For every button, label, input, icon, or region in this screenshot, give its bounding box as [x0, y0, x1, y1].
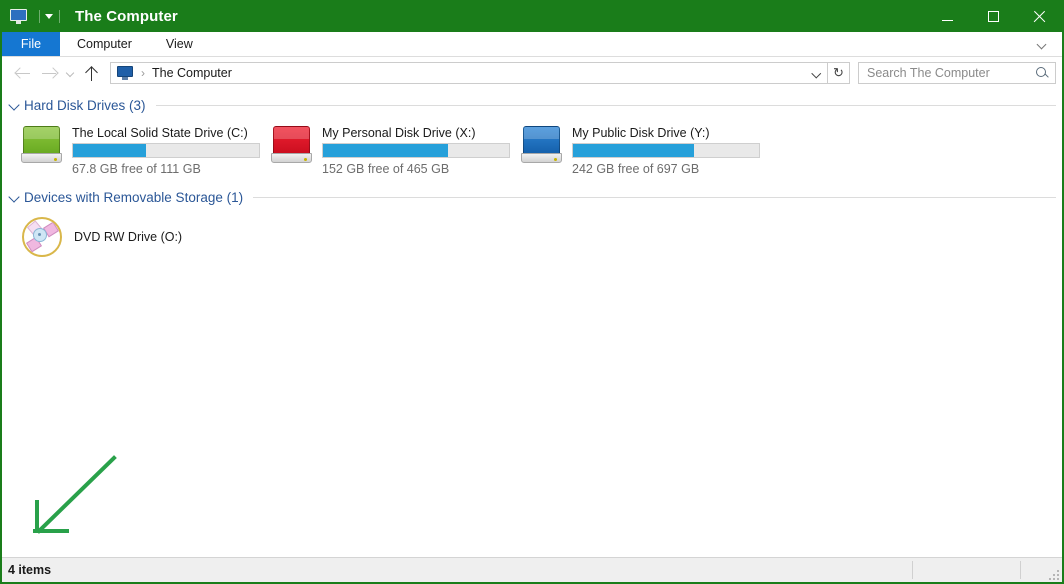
back-button[interactable]	[10, 60, 36, 86]
file-explorer-window: The Computer File Computer View	[0, 0, 1064, 584]
drive-tile-y[interactable]: My Public Disk Drive (Y:) 242 GB free of…	[520, 122, 770, 180]
close-icon	[1033, 10, 1046, 23]
capacity-bar-fill	[323, 144, 448, 157]
tab-file[interactable]: File	[2, 32, 60, 56]
drive-free-space: 242 GB free of 697 GB	[572, 162, 760, 176]
hard-drive-icon	[270, 124, 314, 166]
drive-tile-x[interactable]: My Personal Disk Drive (X:) 152 GB free …	[270, 122, 520, 180]
maximize-button[interactable]	[970, 0, 1016, 32]
status-divider	[1020, 561, 1021, 579]
tab-view[interactable]: View	[149, 32, 210, 56]
minimize-icon	[942, 20, 953, 21]
forward-button[interactable]	[36, 60, 62, 86]
toolbar-separator	[39, 10, 40, 23]
content-area: Hard Disk Drives (3) The Local Solid Sta…	[2, 89, 1062, 557]
device-tile-dvd[interactable]: DVD RW Drive (O:)	[20, 212, 270, 262]
monitor-icon[interactable]	[10, 9, 27, 24]
path-dropdown-button[interactable]	[805, 63, 827, 83]
breadcrumb-separator: ›	[141, 66, 145, 80]
drive-free-space: 67.8 GB free of 111 GB	[72, 162, 260, 176]
minimize-button[interactable]	[924, 0, 970, 32]
capacity-bar	[322, 143, 510, 158]
window-title: The Computer	[75, 8, 178, 25]
capacity-bar	[72, 143, 260, 158]
group-title: Devices with Removable Storage (1)	[24, 190, 243, 205]
group-header-removable-storage[interactable]: Devices with Removable Storage (1)	[2, 186, 1062, 208]
hard-drive-icon	[20, 124, 64, 166]
maximize-icon	[988, 11, 999, 22]
status-bar: 4 items	[2, 557, 1062, 582]
group-divider	[253, 197, 1056, 198]
breadcrumb-current[interactable]: The Computer	[152, 66, 232, 80]
search-icon	[1036, 67, 1049, 80]
hard-drive-icon	[520, 124, 564, 166]
ribbon-tab-bar: File Computer View	[2, 32, 1062, 57]
arrow-up-icon	[84, 66, 99, 81]
chevron-down-icon	[1037, 40, 1046, 49]
title-bar: The Computer	[2, 0, 1062, 32]
drive-tile-list: The Local Solid State Drive (C:) 67.8 GB…	[2, 116, 1062, 180]
resize-grip-icon[interactable]	[1046, 567, 1059, 580]
monitor-icon	[117, 66, 133, 80]
annotation-arrow	[16, 445, 146, 555]
arrow-left-icon	[16, 66, 31, 81]
group-header-hard-disk-drives[interactable]: Hard Disk Drives (3)	[2, 94, 1062, 116]
search-box[interactable]: Search The Computer	[858, 62, 1056, 84]
refresh-button[interactable]: ↻	[828, 62, 850, 84]
drive-tile-c[interactable]: The Local Solid State Drive (C:) 67.8 GB…	[20, 122, 270, 180]
drive-name: My Public Disk Drive (Y:)	[572, 126, 760, 140]
group-divider	[156, 105, 1056, 106]
drive-name: The Local Solid State Drive (C:)	[72, 126, 260, 140]
chevron-down-icon[interactable]	[8, 99, 20, 111]
chevron-down-icon[interactable]	[45, 12, 54, 21]
toolbar-separator	[59, 10, 60, 23]
device-name: DVD RW Drive (O:)	[74, 230, 182, 244]
device-tile-list: DVD RW Drive (O:)	[2, 208, 1062, 262]
quick-access-toolbar[interactable]	[2, 9, 65, 24]
drive-name: My Personal Disk Drive (X:)	[322, 126, 510, 140]
capacity-bar	[572, 143, 760, 158]
search-input[interactable]: Search The Computer	[867, 66, 1036, 80]
capacity-bar-fill	[573, 144, 694, 157]
address-bar: › The Computer ↻ Search The Computer	[2, 57, 1062, 89]
group-title: Hard Disk Drives (3)	[24, 98, 146, 113]
chevron-down-icon	[66, 69, 74, 77]
chevron-down-icon	[812, 69, 821, 78]
drive-free-space: 152 GB free of 465 GB	[322, 162, 510, 176]
arrow-right-icon	[42, 66, 57, 81]
up-button[interactable]	[78, 60, 104, 86]
breadcrumb-path-box[interactable]: › The Computer	[110, 62, 828, 84]
capacity-bar-fill	[73, 144, 146, 157]
window-controls	[924, 0, 1062, 32]
ribbon-expand-button[interactable]	[1030, 32, 1052, 56]
chevron-down-icon[interactable]	[8, 191, 20, 203]
tab-computer[interactable]: Computer	[60, 32, 149, 56]
item-count-label: 4 items	[2, 563, 51, 577]
recent-locations-button[interactable]	[62, 60, 78, 86]
dvd-disc-icon	[20, 215, 64, 259]
status-divider	[912, 561, 913, 579]
close-button[interactable]	[1016, 0, 1062, 32]
